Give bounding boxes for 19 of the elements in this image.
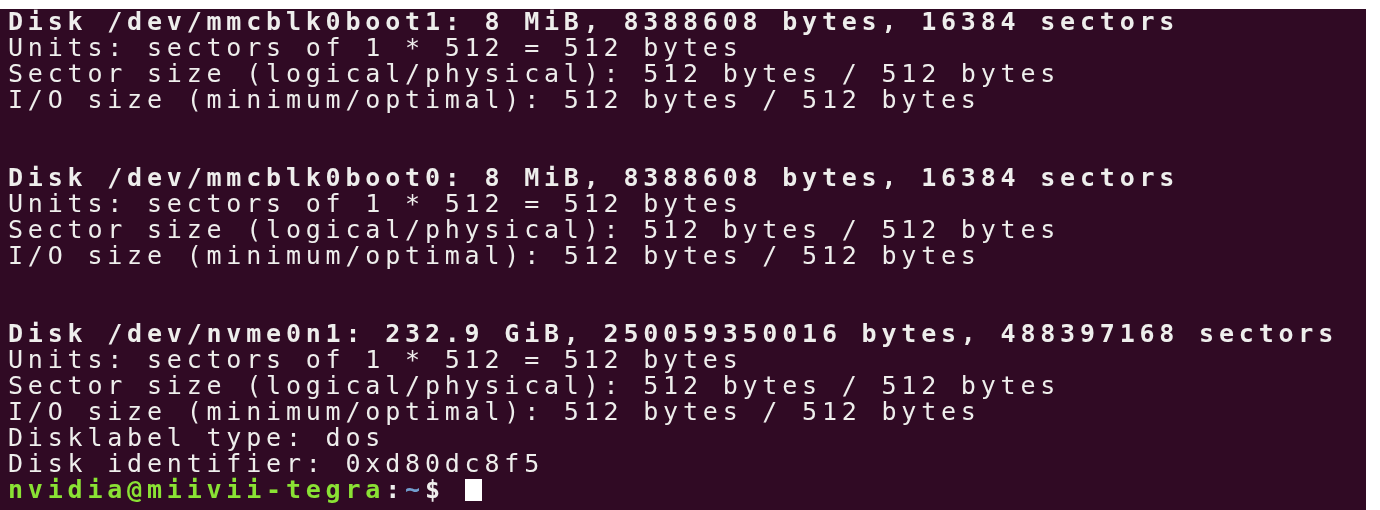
terminal-line: Sector size (logical/physical): 512 bytes / 512 bytes	[8, 61, 1061, 87]
disk-header-line: Disk /dev/nvme0n1: 232.9 GiB, 250059350016 bytes, 488397168 sectors	[8, 321, 1339, 347]
terminal-line: Disklabel type: dos	[8, 425, 386, 451]
terminal-line: Disk identifier: 0xd80dc8f5	[8, 451, 544, 477]
terminal-line: Units: sectors of 1 * 512 = 512 bytes	[8, 347, 743, 373]
prompt-symbol: $	[424, 477, 445, 503]
terminal-line: I/O size (minimum/optimal): 512 bytes / 512 bytes	[8, 243, 981, 269]
terminal-line: I/O size (minimum/optimal): 512 bytes / 512 bytes	[8, 399, 981, 425]
terminal-line: Sector size (logical/physical): 512 bytes / 512 bytes	[8, 217, 1061, 243]
prompt-user-host: nvidia@miivii-tegra	[8, 477, 386, 503]
prompt-separator: :	[385, 477, 406, 503]
terminal-line: Units: sectors of 1 * 512 = 512 bytes	[8, 191, 743, 217]
text-cursor	[464, 479, 482, 501]
disk-header-line: Disk /dev/mmcblk0boot1: 8 MiB, 8388608 bytes, 16384 sectors	[8, 9, 1180, 35]
terminal-line: Sector size (logical/physical): 512 bytes / 512 bytes	[8, 373, 1061, 399]
terminal-line: I/O size (minimum/optimal): 512 bytes / 512 bytes	[8, 87, 981, 113]
disk-header-line: Disk /dev/mmcblk0boot0: 8 MiB, 8388608 bytes, 16384 sectors	[8, 165, 1180, 191]
prompt-path: ~	[405, 477, 425, 503]
terminal-line: Units: sectors of 1 * 512 = 512 bytes	[8, 35, 743, 61]
